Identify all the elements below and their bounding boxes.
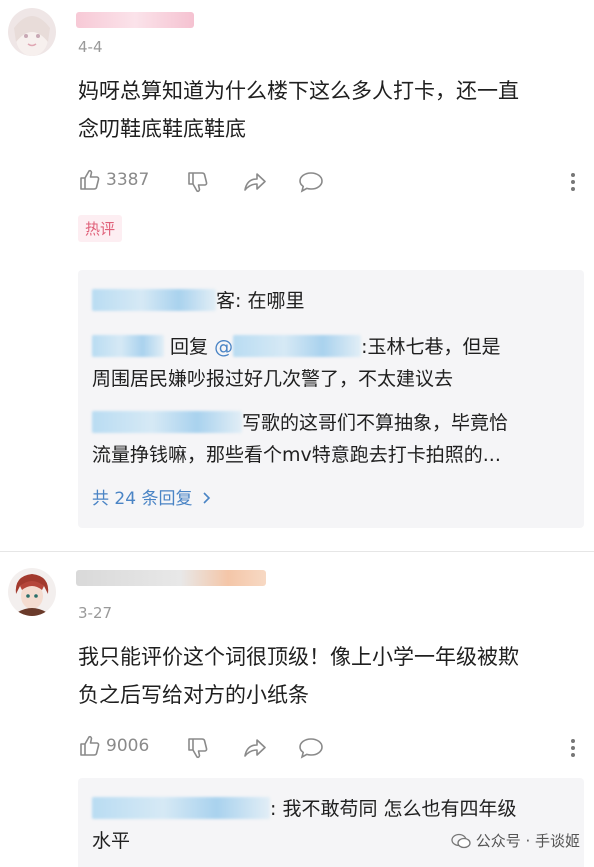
comment-1: 4-4 妈呀总算知道为什么楼下这么多人打卡，还一直 念叨鞋底鞋底鞋底 3387 …: [0, 0, 594, 550]
view-all-replies-link[interactable]: 共 24 条回复: [92, 484, 212, 509]
reply-text-continued: 流量挣钱嘛，那些看个mv特意跑去打卡拍照的...: [92, 444, 501, 466]
watermark-text: 公众号 · 手谈姬: [475, 832, 580, 850]
reply-thread[interactable]: 客: 在哪里 回复 @:玉林七巷，但是 周围居民嫌吵报过好几次警了，不太建议去 …: [78, 270, 584, 528]
reply-item[interactable]: 客: 在哪里: [92, 286, 304, 316]
reply-thread[interactable]: : 我不敢苟同 怎么也有四年级 水平: [78, 778, 584, 867]
comment-icon: [299, 738, 323, 759]
username-blurred[interactable]: [76, 12, 194, 28]
reply-username-blurred[interactable]: [92, 289, 216, 311]
avatar[interactable]: [8, 8, 56, 56]
comment-body-line: 负之后写给对方的小纸条: [78, 683, 309, 707]
reply-text: 客: 在哪里: [216, 290, 305, 312]
comment-date: 3-27: [78, 604, 113, 622]
comment-date: 4-4: [78, 38, 103, 56]
chevron-right-icon: [203, 492, 210, 504]
comment-body-line: 我只能评价这个词很顶级！像上小学一年级被欺: [78, 645, 519, 669]
thumb-up-icon: [80, 735, 100, 756]
hot-comment-tag: 热评: [78, 215, 123, 242]
like-button[interactable]: 3387: [78, 168, 149, 192]
dislike-button[interactable]: [186, 170, 210, 194]
thumb-down-icon: [188, 172, 208, 193]
reply-text: :玉林七巷，但是: [361, 336, 501, 358]
share-button[interactable]: [242, 736, 268, 760]
reply-button[interactable]: [298, 736, 324, 760]
reply-item[interactable]: 回复 @ :玉林七巷，但是: [92, 332, 501, 362]
more-icon: [571, 173, 575, 191]
reply-item[interactable]: 写歌的这哥们不算抽象，毕竟恰: [92, 408, 508, 438]
comment-body-line: 念叨鞋底鞋底鞋底: [78, 117, 246, 141]
reply-username-blurred[interactable]: [92, 411, 242, 433]
mentioned-username-blurred[interactable]: [233, 335, 362, 357]
more-icon: [571, 739, 575, 757]
share-button[interactable]: [242, 170, 268, 194]
like-count: 3387: [106, 170, 150, 190]
reply-text: : 我不敢苟同 怎么也有四年级: [270, 798, 517, 820]
mention-at[interactable]: @: [214, 336, 233, 358]
comment-icon: [299, 172, 323, 193]
share-icon: [244, 739, 266, 757]
more-replies-label: 共 24 条回复: [92, 489, 193, 509]
comment-body: 我只能评价这个词很顶级！像上小学一年级被欺 负之后写给对方的小纸条: [78, 638, 519, 714]
reply-text-continued: 水平: [92, 830, 131, 852]
more-options-button[interactable]: [566, 736, 580, 760]
thumb-up-icon: [80, 169, 100, 190]
like-count: 9006: [106, 736, 150, 756]
avatar[interactable]: [8, 568, 56, 616]
comment-body: 妈呀总算知道为什么楼下这么多人打卡，还一直 念叨鞋底鞋底鞋底: [78, 72, 519, 148]
dislike-button[interactable]: [186, 736, 210, 760]
share-icon: [244, 173, 266, 191]
wechat-icon: [451, 833, 471, 848]
reply-item[interactable]: : 我不敢苟同 怎么也有四年级: [92, 794, 516, 824]
reply-label: 回复: [170, 336, 209, 358]
watermark: 公众号 · 手谈姬: [451, 830, 580, 851]
thumb-down-icon: [188, 738, 208, 759]
reply-text-continued: 周围居民嫌吵报过好几次警了，不太建议去: [92, 368, 454, 390]
more-options-button[interactable]: [566, 170, 580, 194]
username-blurred[interactable]: [76, 570, 266, 586]
reply-username-blurred[interactable]: [92, 335, 164, 357]
like-button[interactable]: 9006: [78, 734, 149, 758]
reply-username-blurred[interactable]: [92, 797, 270, 819]
comment-2: 3-27 我只能评价这个词很顶级！像上小学一年级被欺 负之后写给对方的小纸条 9…: [0, 552, 594, 867]
comment-body-line: 妈呀总算知道为什么楼下这么多人打卡，还一直: [78, 79, 519, 103]
reply-button[interactable]: [298, 170, 324, 194]
reply-text: 写歌的这哥们不算抽象，毕竟恰: [242, 412, 509, 434]
